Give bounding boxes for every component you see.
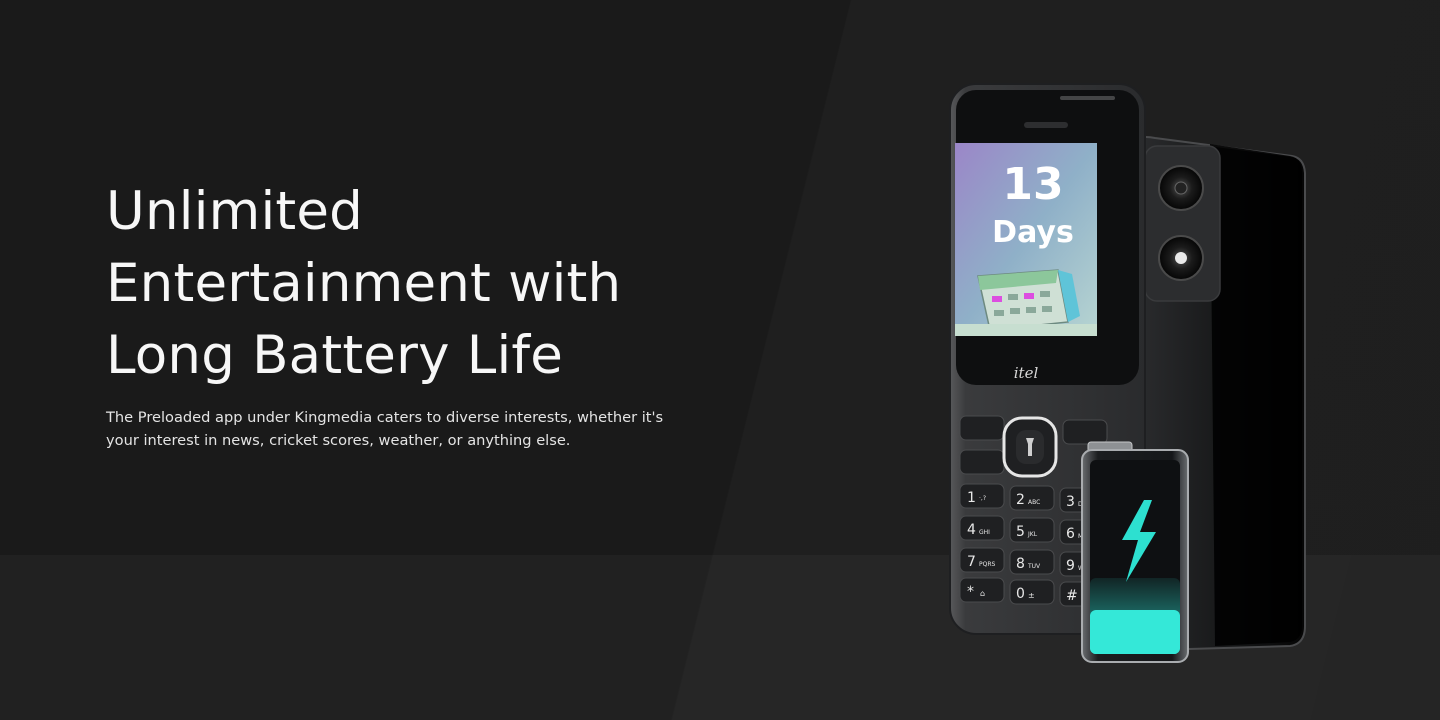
key-6-digit: 6: [1066, 526, 1075, 542]
key-4-letters: GHI: [979, 529, 990, 536]
screen-label: Days: [992, 215, 1074, 250]
key-8-letters: TUV: [1027, 563, 1041, 570]
key-star-digit: *: [967, 584, 974, 600]
key-8-digit: 8: [1016, 556, 1025, 572]
key-1-letters: ·,?: [979, 495, 986, 502]
key-2-letters: ABC: [1028, 499, 1040, 506]
calendar-icon: [977, 269, 1080, 331]
phone-screen: 13 Days: [955, 143, 1097, 336]
key-7-letters: PQRS: [979, 561, 996, 568]
call-key: [959, 449, 1005, 475]
key-2-digit: 2: [1016, 492, 1025, 508]
key-4-digit: 4: [967, 522, 976, 538]
hero-title-line-2: Entertainment with: [106, 253, 622, 314]
screen-number: 13: [1002, 159, 1063, 210]
key-0-digit: 0: [1016, 586, 1025, 602]
key-1-digit: 1: [967, 490, 976, 506]
hero-title-line-3: Long Battery Life: [106, 325, 564, 386]
key-5-digit: 5: [1016, 524, 1025, 540]
key-star-letters: ⌂: [980, 589, 985, 598]
right-softkey: [1062, 419, 1108, 445]
key-0-letters: ±: [1028, 591, 1035, 600]
key-9-digit: 9: [1066, 558, 1075, 574]
brand-logo: itel: [1014, 364, 1039, 382]
hero-title-line-1: Unlimited: [106, 181, 364, 242]
left-softkey: [959, 415, 1005, 441]
key-7-digit: 7: [967, 554, 976, 570]
key-5-letters: JKL: [1027, 531, 1038, 538]
battery-icon: [1081, 441, 1189, 663]
hero-title: Unlimited Entertainment with Long Batter…: [106, 176, 726, 392]
product-image: 13 Days itel 1 ·,? 2 ABC 3 4 GHI 5 JKL 6…: [949, 83, 1306, 663]
key-hash-digit: #: [1066, 588, 1078, 604]
hero-description: The Preloaded app under Kingmedia caters…: [106, 409, 664, 449]
key-3-digit: 3: [1066, 494, 1075, 510]
